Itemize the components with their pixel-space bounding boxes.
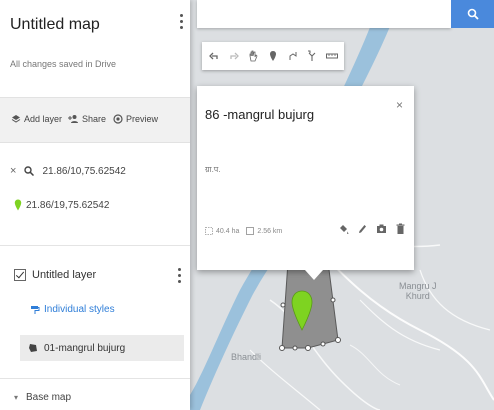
polygon-midpoint[interactable]	[320, 341, 326, 347]
preview-eye-icon	[112, 113, 123, 124]
layer-options-icon[interactable]	[176, 268, 182, 283]
map-actions-bar: Add layer Share Preview	[0, 97, 190, 143]
popup-title[interactable]: 86 -mangrul bujurg	[205, 107, 314, 122]
map-search-input[interactable]	[197, 0, 451, 28]
base-map-toggle[interactable]: ▾ Base map	[14, 392, 71, 403]
map-label-village: Mangru J Khurd	[399, 281, 437, 301]
map-label-bhandli: Bhandli	[231, 352, 262, 362]
divider	[0, 245, 190, 246]
hand-icon	[249, 50, 258, 62]
add-directions-button[interactable]	[305, 47, 319, 65]
divider	[0, 378, 190, 379]
search-result-item[interactable]: 21.86/19,75.62542	[14, 199, 109, 211]
redo-icon	[229, 52, 239, 60]
ruler-icon	[326, 53, 339, 59]
draw-line-icon	[289, 52, 297, 60]
feature-info-popup: 86 -mangrul bujurg × ग्रा.प. 40.4 ha 2.5…	[197, 86, 414, 280]
layer-header: Untitled layer	[14, 269, 96, 281]
trash-icon	[396, 223, 404, 234]
polygon-midpoint[interactable]	[292, 345, 298, 351]
layer-name[interactable]: Untitled layer	[32, 269, 96, 281]
more-options-icon[interactable]	[178, 14, 184, 29]
undo-button[interactable]	[207, 47, 221, 65]
add-layer-label: Add layer	[24, 113, 63, 124]
polygon-icon	[29, 344, 37, 352]
polygon-midpoint[interactable]	[280, 302, 286, 308]
search-icon	[467, 8, 479, 20]
popup-measurements: 40.4 ha 2.56 km	[205, 227, 282, 235]
preview-button[interactable]: Preview	[112, 113, 158, 124]
search-button[interactable]	[451, 0, 494, 28]
search-result-label: 21.86/19,75.62542	[26, 199, 110, 211]
delete-button[interactable]	[394, 222, 406, 236]
draw-line-button[interactable]	[286, 47, 300, 65]
paint-bucket-icon	[339, 225, 348, 234]
green-marker-icon	[14, 199, 22, 211]
popup-area: 40.4 ha	[216, 227, 240, 235]
select-tool-button[interactable]	[246, 47, 260, 65]
polygon-vertex[interactable]	[305, 345, 311, 351]
map-sidebar: Untitled map All changes saved in Drive …	[0, 0, 190, 410]
close-search-icon[interactable]: ×	[10, 165, 16, 177]
measure-button[interactable]	[325, 47, 339, 65]
edit-button[interactable]	[356, 222, 368, 236]
close-icon[interactable]: ×	[396, 98, 403, 112]
area-icon	[205, 227, 213, 235]
styles-label: Individual styles	[44, 304, 115, 315]
chevron-down-icon: ▾	[14, 393, 19, 402]
map-title[interactable]: Untitled map	[10, 16, 100, 34]
polygon-midpoint[interactable]	[330, 297, 336, 303]
layers-icon	[11, 114, 20, 123]
style-button[interactable]	[337, 222, 349, 236]
add-person-icon	[68, 114, 78, 123]
paint-roller-icon	[31, 305, 40, 314]
undo-icon	[208, 52, 218, 60]
camera-icon	[376, 224, 386, 233]
preview-label: Preview	[126, 113, 159, 124]
popup-pointer	[305, 270, 323, 280]
redo-button[interactable]	[227, 47, 241, 65]
popup-description[interactable]: ग्रा.प.	[205, 164, 221, 175]
perimeter-icon	[246, 227, 255, 235]
polygon-vertex[interactable]	[279, 345, 285, 351]
map-toolbar	[202, 42, 344, 70]
marker-icon	[269, 51, 276, 61]
feature-list-item[interactable]: 01-mangrul bujurg	[20, 335, 184, 361]
save-status: All changes saved in Drive	[10, 59, 117, 69]
polygon-vertex[interactable]	[335, 337, 341, 343]
layer-visibility-checkbox[interactable]	[14, 269, 26, 281]
share-button[interactable]: Share	[68, 113, 106, 124]
popup-perimeter: 2.56 km	[257, 227, 283, 235]
add-photo-button[interactable]	[375, 222, 387, 236]
share-label: Share	[82, 113, 107, 124]
add-layer-button[interactable]: Add layer	[10, 113, 62, 124]
layer-styles-link[interactable]: Individual styles	[30, 304, 115, 315]
base-map-label: Base map	[26, 392, 72, 403]
search-icon	[24, 166, 35, 176]
search-query-label: 21.86/10,75.62542	[42, 165, 126, 177]
search-result-layer: × 21.86/10,75.62542	[10, 165, 126, 177]
popup-actions	[337, 222, 406, 236]
pencil-icon	[359, 225, 366, 233]
add-marker-button[interactable]	[266, 47, 280, 65]
feature-name: 01-mangrul bujurg	[44, 342, 126, 354]
route-icon	[308, 50, 316, 61]
